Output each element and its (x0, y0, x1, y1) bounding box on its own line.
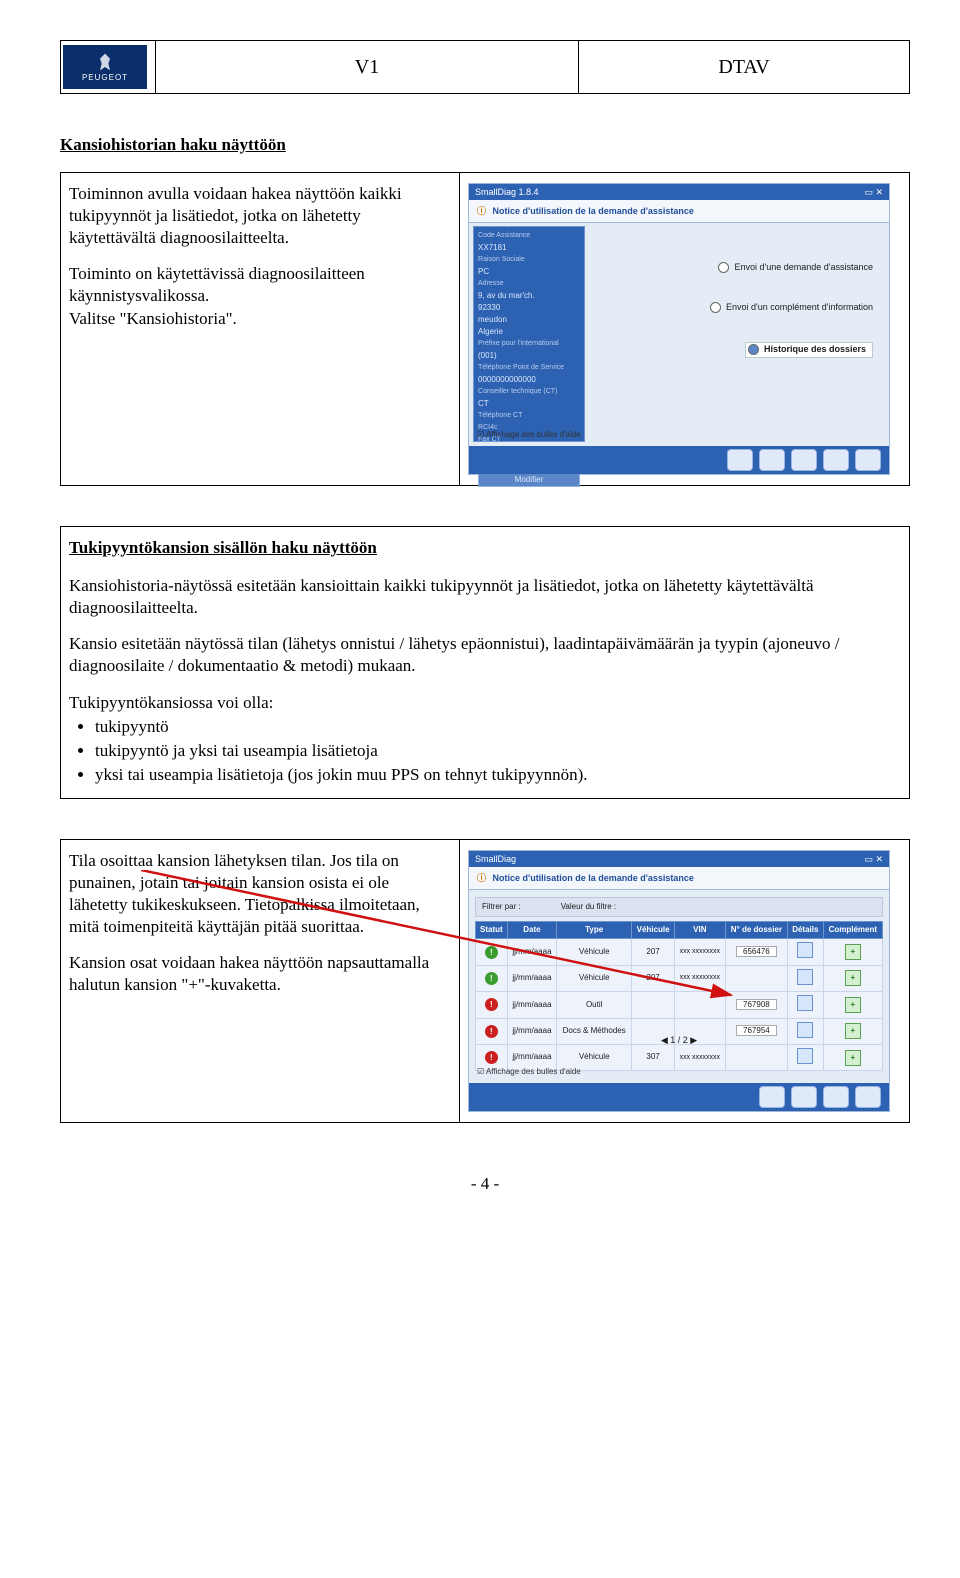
section1-title: Kansiohistorian haku näyttöön (60, 134, 910, 156)
status-icon: ! (485, 1051, 498, 1064)
table-row: !jj/mm/aaaaOutil767908+ (476, 992, 883, 1018)
opt-historique[interactable]: Historique des dossiers (745, 342, 873, 358)
shot2-titlebar: SmallDiag▭ ✕ (469, 851, 889, 867)
col-header: Date (507, 921, 556, 938)
s1-p2: Toiminto on käytettävissä diagnoosilaitt… (69, 263, 451, 307)
shot1-footer: ☑ Affichage des bulles d'aide (469, 446, 889, 474)
section1-box: Toiminnon avulla voidaan hakea näyttöön … (60, 172, 910, 486)
s2-bullets: tukipyyntö tukipyyntö ja yksi tai useamp… (95, 716, 901, 786)
footer-button[interactable] (791, 1086, 817, 1108)
details-button[interactable] (797, 995, 813, 1011)
s3-p2: Kansion osat voidaan hakea näyttöön naps… (69, 952, 451, 996)
complement-add-button[interactable]: + (845, 970, 861, 986)
footer-button[interactable] (759, 449, 785, 471)
opt-envoi-complement[interactable]: Envoi d'un complément d'information (710, 302, 873, 314)
footer-button[interactable] (823, 449, 849, 471)
shot2-notice: ⓘ Notice d'utilisation de la demande d'a… (469, 867, 889, 890)
radio-icon[interactable] (710, 302, 721, 313)
status-icon: ! (485, 946, 498, 959)
s1-p1: Toiminnon avulla voidaan hakea näyttöön … (69, 183, 451, 249)
table-row: !jj/mm/aaaaVéhicule207xxx xxxxxxxx+ (476, 965, 883, 991)
col-header: Détails (788, 921, 824, 938)
s2-p1: Kansiohistoria-näytössä esitetään kansio… (69, 575, 901, 619)
shot1-titlebar: SmallDiag 1.8.4 ▭ ✕ (469, 184, 889, 200)
logo-cell: PEUGEOT (61, 41, 156, 94)
brand-text: PEUGEOT (82, 73, 128, 83)
footer-button[interactable] (759, 1086, 785, 1108)
table-row: !jj/mm/aaaaVéhicule207xxx xxxxxxxx656476… (476, 939, 883, 965)
s1-p3: Valitse "Kansiohistoria". (69, 308, 451, 330)
s3-p1: Tila osoittaa kansion lähetyksen tilan. … (69, 850, 451, 938)
section3-screenshot-cell: SmallDiag▭ ✕ ⓘ Notice d'utilisation de l… (460, 839, 910, 1122)
section3-box: Tila osoittaa kansion lähetyksen tilan. … (60, 839, 910, 1123)
complement-add-button[interactable]: + (845, 997, 861, 1013)
header-right: DTAV (579, 41, 910, 94)
col-header: Type (557, 921, 632, 938)
lion-icon (95, 51, 115, 73)
col-header: Statut (476, 921, 508, 938)
status-icon: ! (485, 998, 498, 1011)
footer-button[interactable] (727, 449, 753, 471)
radio-icon[interactable] (718, 262, 729, 273)
s2-b1: tukipyyntö (95, 716, 901, 738)
section2-title: Tukipyyntökansion sisällön haku näyttöön (69, 537, 901, 559)
opt-envoi-demande[interactable]: Envoi d'une demande d'assistance (718, 262, 873, 274)
radio-icon[interactable] (748, 344, 759, 355)
s2-p2: Kansio esitetään näytössä tilan (lähetys… (69, 633, 901, 677)
filter-bar: Filtrer par : Valeur du filtre : (475, 897, 883, 917)
section1-text: Toiminnon avulla voidaan hakea näyttöön … (61, 173, 460, 486)
pager[interactable]: ◀ 1 / 2 ▶ (469, 1035, 889, 1047)
col-header: VIN (674, 921, 725, 938)
section2-text: Tukipyyntökansion sisällön haku näyttöön… (61, 527, 910, 799)
shot1-title: SmallDiag 1.8.4 (475, 184, 539, 200)
dossier-table: StatutDateTypeVéhiculeVINN° de dossierDé… (475, 921, 883, 1071)
screenshot-historique-dossiers: SmallDiag▭ ✕ ⓘ Notice d'utilisation de l… (468, 850, 890, 1112)
modifier-button[interactable]: Modifier (478, 473, 580, 487)
s2-p3: Tukipyyntökansiossa voi olla: (69, 692, 901, 714)
details-button[interactable] (797, 1048, 813, 1064)
info-icon: ⓘ (477, 873, 486, 883)
page-number: - 4 - (60, 1173, 910, 1195)
footer-button[interactable] (855, 1086, 881, 1108)
footer-button[interactable] (823, 1086, 849, 1108)
footer-button[interactable] (855, 449, 881, 471)
footer-button[interactable] (791, 449, 817, 471)
shot1-notice: ⓘ Notice d'utilisation de la demande d'a… (469, 200, 889, 223)
page-header-table: PEUGEOT V1 DTAV (60, 40, 910, 94)
s2-b3: yksi tai useampia lisätietoja (jos jokin… (95, 764, 901, 786)
shot1-window-controls: ▭ ✕ (864, 184, 883, 200)
details-button[interactable] (797, 942, 813, 958)
s2-b2: tukipyyntö ja yksi tai useampia lisätiet… (95, 740, 901, 762)
info-icon: ⓘ (477, 206, 486, 216)
peugeot-logo: PEUGEOT (63, 45, 147, 89)
header-middle: V1 (156, 41, 579, 94)
section2-box: Tukipyyntökansion sisällön haku näyttöön… (60, 526, 910, 799)
col-header: N° de dossier (725, 921, 787, 938)
complement-add-button[interactable]: + (845, 1050, 861, 1066)
shot1-main: Envoi d'une demande d'assistance Envoi d… (591, 226, 883, 442)
section3-text: Tila osoittaa kansion lähetyksen tilan. … (61, 839, 460, 1122)
complement-add-button[interactable]: + (845, 944, 861, 960)
col-header: Véhicule (632, 921, 675, 938)
shot1-sidebar: Code AssistanceXX7181 Raison SocialePC A… (473, 226, 585, 442)
section1-screenshot-cell: SmallDiag 1.8.4 ▭ ✕ ⓘ Notice d'utilisati… (460, 173, 910, 486)
col-header: Complément (823, 921, 882, 938)
details-button[interactable] (797, 969, 813, 985)
shot2-footer: ☑ Affichage des bulles d'aide (469, 1083, 889, 1111)
screenshot-notice-utilisation: SmallDiag 1.8.4 ▭ ✕ ⓘ Notice d'utilisati… (468, 183, 890, 475)
status-icon: ! (485, 972, 498, 985)
